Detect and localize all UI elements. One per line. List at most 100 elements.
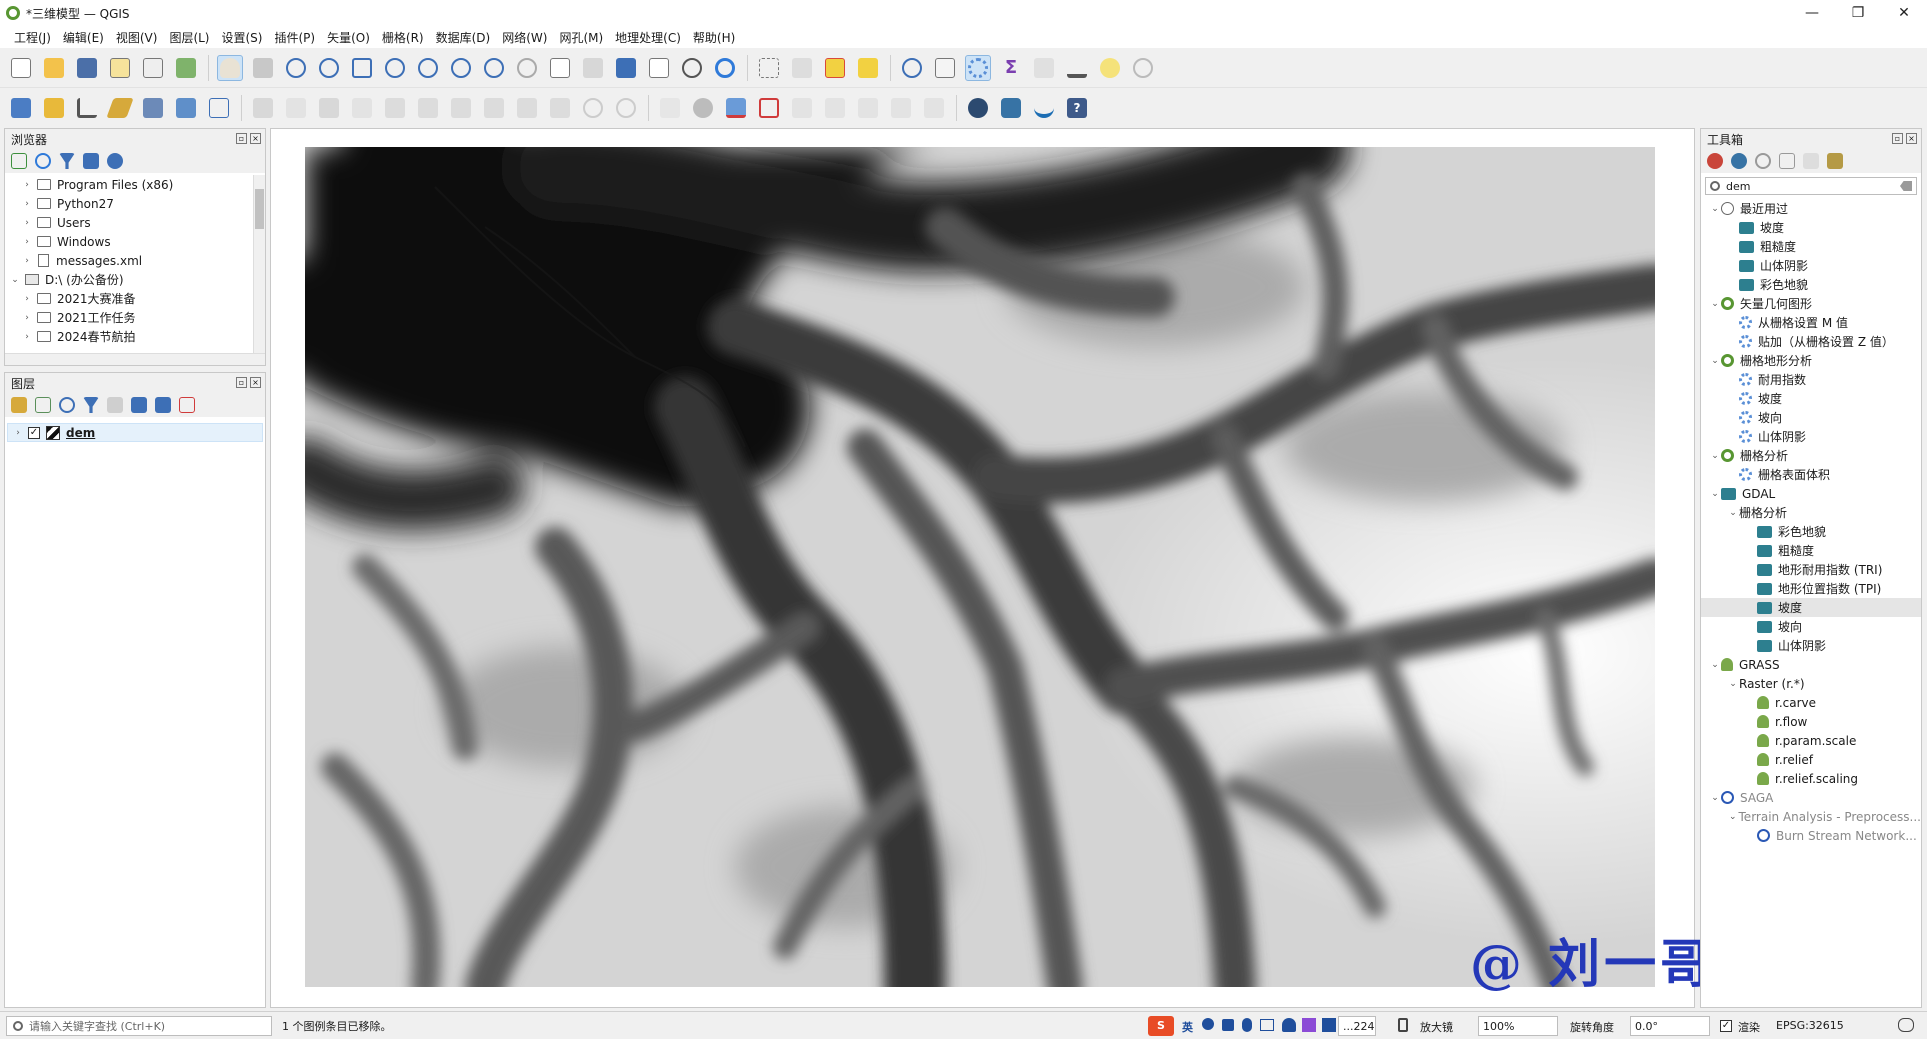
toolbox-item[interactable]: 坡向 <box>1701 617 1921 636</box>
toolbox-search-input[interactable]: dem <box>1726 180 1750 193</box>
browser-item[interactable]: › messages.xml <box>5 251 253 270</box>
toolbox-item[interactable]: 地形耐用指数 (TRI) <box>1701 560 1921 579</box>
punctuation-icon[interactable] <box>1222 1019 1234 1031</box>
results-icon[interactable] <box>1779 153 1795 169</box>
toolbox-item[interactable]: 贴加（从栅格设置 Z 值） <box>1701 332 1921 351</box>
expand-icon[interactable]: ⌄ <box>1709 299 1721 309</box>
toolbox-item[interactable]: Burn Stream Network... <box>1701 826 1921 845</box>
label-rotate-button[interactable] <box>822 95 848 121</box>
open-field-calculator-button[interactable] <box>1031 55 1057 81</box>
select-location-button[interactable] <box>855 55 881 81</box>
menu-mesh[interactable]: 网孔(M) <box>553 29 609 46</box>
magnifier-field[interactable]: 100% <box>1478 1016 1558 1036</box>
pan-map-button[interactable] <box>217 54 243 81</box>
menu-settings[interactable]: 设置(S) <box>216 29 269 46</box>
add-layer-icon[interactable] <box>11 153 27 169</box>
lock-icon[interactable] <box>1398 1018 1408 1032</box>
new-bookmark-button[interactable] <box>613 55 639 81</box>
new-geopackage-button[interactable] <box>41 95 67 121</box>
zoom-full-button[interactable] <box>349 55 375 81</box>
layer-visibility-checkbox[interactable]: ✓ <box>28 426 40 439</box>
clear-search-icon[interactable] <box>1900 181 1912 191</box>
browser-item[interactable]: › 2021大赛准备 <box>5 289 253 308</box>
deselect-all-button[interactable] <box>822 55 848 81</box>
select-by-value-button[interactable] <box>789 55 815 81</box>
toolbox-item[interactable]: 坡度 <box>1701 389 1921 408</box>
python-console-button[interactable] <box>998 95 1024 121</box>
render-checkbox[interactable]: ✓ <box>1720 1020 1732 1032</box>
expand-icon[interactable]: ⌄ <box>1709 793 1721 803</box>
browser-item[interactable]: › 2024春节航拍 <box>5 327 253 346</box>
toolbox-item[interactable]: r.param.scale <box>1701 731 1921 750</box>
copy-features-button[interactable] <box>514 95 540 121</box>
save-project-button[interactable] <box>74 55 100 81</box>
browser-item[interactable]: › 2021工作任务 <box>5 308 253 327</box>
toolbox-item[interactable]: 耐用指数 <box>1701 370 1921 389</box>
menu-plugins[interactable]: 插件(P) <box>268 29 321 46</box>
help-button[interactable]: ? <box>1064 95 1090 121</box>
expand-icon[interactable]: › <box>21 313 33 323</box>
refresh-button[interactable] <box>712 55 738 81</box>
filter-icon[interactable] <box>59 153 75 169</box>
pan-to-selection-button[interactable] <box>250 55 276 81</box>
crs-label[interactable]: EPSG:32615 <box>1776 1019 1844 1032</box>
vertex-tool-button[interactable] <box>382 95 408 121</box>
label-pin-button[interactable] <box>723 95 749 121</box>
layer-item[interactable]: › ✓ dem <box>7 423 263 442</box>
current-edits-button[interactable] <box>250 95 276 121</box>
add-spatialite-button[interactable] <box>140 95 166 121</box>
data-source-manager-button[interactable] <box>8 95 34 121</box>
toolbox-button[interactable] <box>965 54 991 81</box>
close-icon[interactable]: × <box>250 133 261 144</box>
open-attribute-table-button[interactable] <box>932 55 958 81</box>
float-icon[interactable]: ▫ <box>1892 133 1903 144</box>
messages-icon[interactable] <box>1898 1018 1914 1032</box>
expand-icon[interactable]: › <box>21 237 33 247</box>
zoom-out-button[interactable] <box>316 55 342 81</box>
identify-features-button[interactable] <box>899 55 925 81</box>
user-icon[interactable] <box>1282 1018 1296 1032</box>
info-icon[interactable] <box>107 153 123 169</box>
undo-button[interactable] <box>580 95 606 121</box>
moon-icon[interactable] <box>1202 1018 1214 1030</box>
apps-grid-icon[interactable] <box>1322 1018 1336 1032</box>
toolbox-item[interactable]: 粗糙度 <box>1701 541 1921 560</box>
select-features-button[interactable] <box>756 55 782 81</box>
toolbox-item[interactable]: 彩色地貌 <box>1701 522 1921 541</box>
expand-icon[interactable]: ⌄ <box>1709 489 1721 499</box>
add-raster-button[interactable] <box>173 95 199 121</box>
edit-features-icon[interactable] <box>1803 153 1819 169</box>
zoom-next-button[interactable] <box>514 55 540 81</box>
browser-item[interactable]: › Users <box>5 213 253 232</box>
toolbox-item[interactable]: r.relief <box>1701 750 1921 769</box>
zoom-to-layer-button[interactable] <box>415 55 441 81</box>
toolbox-item[interactable]: ⌄ Raster (r.*) <box>1701 674 1921 693</box>
menu-edit[interactable]: 编辑(E) <box>57 29 110 46</box>
remove-layer-icon[interactable] <box>179 397 195 413</box>
expand-icon[interactable]: › <box>21 256 33 266</box>
add-virtual-layer-button[interactable] <box>206 95 232 121</box>
models-icon[interactable] <box>1707 153 1723 169</box>
label-move-button[interactable] <box>789 95 815 121</box>
expand-icon[interactable]: › <box>21 180 33 190</box>
digitize-button[interactable] <box>106 95 134 121</box>
expand-icon[interactable]: › <box>21 199 33 209</box>
menu-processing[interactable]: 地理处理(C) <box>609 29 687 46</box>
toolbox-item[interactable]: ⌄ 最近用过 <box>1701 199 1921 218</box>
expand-icon[interactable]: ⌄ <box>1709 204 1721 214</box>
ime-lang-label[interactable]: 英 <box>1182 1019 1193 1035</box>
collapse-icon[interactable]: ⌄ <box>9 275 21 285</box>
eye-icon[interactable] <box>59 397 75 413</box>
toolbox-item[interactable]: ⌄ GDAL <box>1701 484 1921 503</box>
toolbox-item[interactable]: ⌄ Terrain Analysis - Preprocess... <box>1701 807 1921 826</box>
statistical-summary-button[interactable]: Σ <box>998 55 1024 81</box>
redo-button[interactable] <box>613 95 639 121</box>
rotation-field[interactable]: 0.0° <box>1630 1016 1710 1036</box>
delete-selected-button[interactable] <box>448 95 474 121</box>
browser-hscrollbar[interactable] <box>5 353 265 365</box>
minimize-button[interactable]: — <box>1789 0 1835 26</box>
expand-icon[interactable]: › <box>21 332 33 342</box>
toolbox-item[interactable]: 粗糙度 <box>1701 237 1921 256</box>
label-properties-button[interactable] <box>921 95 947 121</box>
toolbox-item[interactable]: ⌄ GRASS <box>1701 655 1921 674</box>
